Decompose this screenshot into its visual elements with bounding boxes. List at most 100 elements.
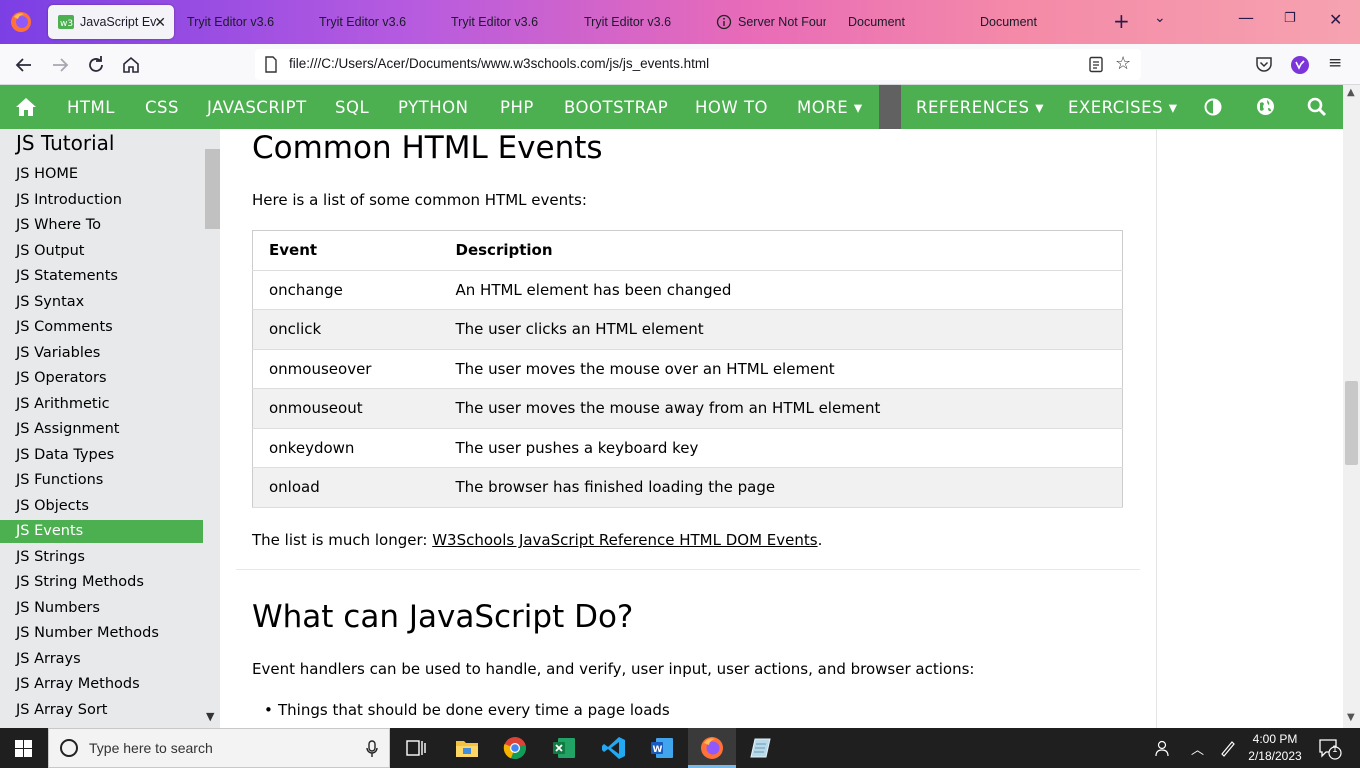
- window-close-icon[interactable]: ✕: [1329, 10, 1342, 29]
- people-icon[interactable]: [1155, 739, 1171, 757]
- nav-how-to[interactable]: HOW TO: [695, 85, 768, 129]
- nav-javascript[interactable]: JAVASCRIPT: [207, 85, 307, 129]
- forward-arrow-icon[interactable]: [49, 54, 71, 76]
- tab-document-1[interactable]: Document: [838, 5, 966, 39]
- sidebar-item[interactable]: JS Syntax: [0, 291, 203, 314]
- search-icon[interactable]: [1307, 97, 1327, 117]
- nav-references-dropdown[interactable]: REFERENCES ▾: [916, 85, 1044, 129]
- tab-label: JavaScript Eve: [80, 15, 156, 29]
- app-menu-hamburger-icon[interactable]: ≡: [1328, 53, 1342, 73]
- tab-label: Tryit Editor v3.6: [319, 15, 407, 29]
- sidebar-item[interactable]: JS Assignment: [0, 418, 203, 441]
- sidebar-scroll-thumb[interactable]: [205, 149, 220, 229]
- new-tab-plus-icon[interactable]: +: [1113, 9, 1130, 33]
- home-icon[interactable]: [15, 97, 37, 117]
- file-explorer-icon[interactable]: [455, 736, 479, 760]
- chrome-icon[interactable]: [503, 736, 527, 760]
- sidebar-item[interactable]: JS HOME: [0, 163, 203, 186]
- sidebar-item[interactable]: JS Operators: [0, 367, 203, 390]
- home-icon[interactable]: [120, 54, 142, 76]
- notepad-icon[interactable]: [749, 736, 773, 760]
- page-scroll-down-icon[interactable]: ▼: [1347, 712, 1355, 723]
- sidebar-item[interactable]: JS Array Sort: [0, 699, 203, 722]
- sidebar-item[interactable]: JS Comments: [0, 316, 203, 339]
- sidebar-item[interactable]: JS Arithmetic: [0, 393, 203, 416]
- url-text: file:///C:/Users/Acer/Documents/www.w3sc…: [289, 56, 710, 71]
- tab-tryit-3[interactable]: Tryit Editor v3.6: [441, 5, 569, 39]
- system-clock[interactable]: 4:00 PM 2/18/2023: [1242, 731, 1308, 765]
- pen-workspace-icon[interactable]: [1219, 739, 1236, 757]
- show-hidden-icons-chevron[interactable]: ︿: [1191, 739, 1204, 758]
- event-description-cell: The user moves the mouse over an HTML el…: [439, 349, 1123, 389]
- sidebar-item[interactable]: JS Number Methods: [0, 622, 203, 645]
- tab-tryit-2[interactable]: Tryit Editor v3.6: [309, 5, 437, 39]
- url-bar[interactable]: file:///C:/Users/Acer/Documents/www.w3sc…: [255, 49, 1141, 80]
- sidebar-item[interactable]: JS Functions: [0, 469, 203, 492]
- page-scroll-thumb[interactable]: [1345, 381, 1358, 465]
- page-scrollbar[interactable]: ▲ ▼: [1343, 85, 1360, 728]
- sidebar-item[interactable]: JS Strings: [0, 546, 203, 569]
- svg-text:W: W: [653, 745, 663, 755]
- tab-server-not-found[interactable]: Server Not Found: [706, 5, 828, 39]
- sidebar-item[interactable]: JS Output: [0, 240, 203, 263]
- taskbar-search-box[interactable]: Type here to search: [48, 728, 390, 768]
- tab-tryit-1[interactable]: Tryit Editor v3.6: [177, 5, 305, 39]
- back-arrow-icon[interactable]: [13, 54, 35, 76]
- tab-label: Tryit Editor v3.6: [187, 15, 275, 29]
- nav-html[interactable]: HTML: [67, 85, 115, 129]
- globe-icon[interactable]: [1256, 97, 1275, 116]
- nav-css[interactable]: CSS: [145, 85, 179, 129]
- nav-php[interactable]: PHP: [500, 85, 534, 129]
- list-all-tabs-chevron-icon[interactable]: ⌄: [1154, 10, 1166, 26]
- info-icon: [716, 14, 732, 30]
- sidebar-item[interactable]: JS Variables: [0, 342, 203, 365]
- word-icon[interactable]: W: [650, 736, 674, 760]
- window-minimize-icon[interactable]: —: [1238, 8, 1254, 27]
- search-icon: [60, 739, 78, 757]
- event-description-cell: The user pushes a keyboard key: [439, 428, 1123, 468]
- list-longer-prefix: The list is much longer:: [252, 531, 433, 549]
- dom-events-reference-link[interactable]: W3Schools JavaScript Reference HTML DOM …: [432, 531, 817, 549]
- sidebar-scrollbar[interactable]: ▼: [203, 129, 220, 728]
- sidebar-item[interactable]: JS Where To: [0, 214, 203, 237]
- reload-icon[interactable]: [85, 54, 107, 76]
- page-scroll-up-icon[interactable]: ▲: [1347, 87, 1355, 98]
- notification-count-badge: 1: [1332, 745, 1338, 755]
- sidebar-item[interactable]: JS Numbers: [0, 597, 203, 620]
- vscode-icon[interactable]: [602, 736, 626, 760]
- reader-view-icon[interactable]: [1088, 56, 1104, 73]
- firefox-icon[interactable]: [700, 736, 724, 760]
- excel-icon[interactable]: [552, 736, 576, 760]
- microphone-icon[interactable]: [366, 740, 378, 758]
- sidebar-item[interactable]: JS Statements: [0, 265, 203, 288]
- nav-sql[interactable]: SQL: [335, 85, 369, 129]
- dark-mode-toggle-icon[interactable]: [1204, 98, 1222, 116]
- sidebar-item[interactable]: JS Arrays: [0, 648, 203, 671]
- window-restore-icon[interactable]: ❐: [1284, 11, 1296, 26]
- sidebar-item[interactable]: JS Events: [0, 520, 203, 543]
- nav-bootstrap[interactable]: BOOTSTRAP: [564, 85, 668, 129]
- task-view-icon[interactable]: [404, 736, 428, 760]
- sidebar-item[interactable]: JS Data Types: [0, 444, 203, 467]
- tab-javascript-events[interactable]: w3 JavaScript Eve ✕: [48, 5, 174, 39]
- event-description-cell: The user clicks an HTML element: [439, 309, 1123, 350]
- firefox-menu-icon[interactable]: [10, 11, 32, 33]
- sidebar-scroll-down-icon[interactable]: ▼: [206, 710, 214, 723]
- tab-document-2[interactable]: Document: [970, 5, 1098, 39]
- nav-more-dropdown[interactable]: MORE ▾: [797, 85, 863, 129]
- pocket-icon[interactable]: [1255, 56, 1273, 73]
- nav-exercises-dropdown[interactable]: EXERCISES ▾: [1068, 85, 1178, 129]
- event-description-cell: The browser has finished loading the pag…: [439, 467, 1123, 508]
- nav-python[interactable]: PYTHON: [398, 85, 468, 129]
- tab-close-icon[interactable]: ✕: [154, 14, 166, 31]
- sidebar-item[interactable]: JS Array Methods: [0, 673, 203, 696]
- sidebar-item[interactable]: JS Objects: [0, 495, 203, 518]
- sidebar-item[interactable]: JS String Methods: [0, 571, 203, 594]
- clock-time: 4:00 PM: [1252, 732, 1298, 746]
- notifications-icon[interactable]: [1318, 738, 1342, 760]
- windows-start-icon[interactable]: [15, 740, 32, 757]
- tab-tryit-4[interactable]: Tryit Editor v3.6: [574, 5, 702, 39]
- sidebar-item[interactable]: JS Introduction: [0, 189, 203, 212]
- account-extension-icon[interactable]: [1290, 55, 1310, 75]
- bookmark-star-icon[interactable]: ☆: [1115, 53, 1131, 74]
